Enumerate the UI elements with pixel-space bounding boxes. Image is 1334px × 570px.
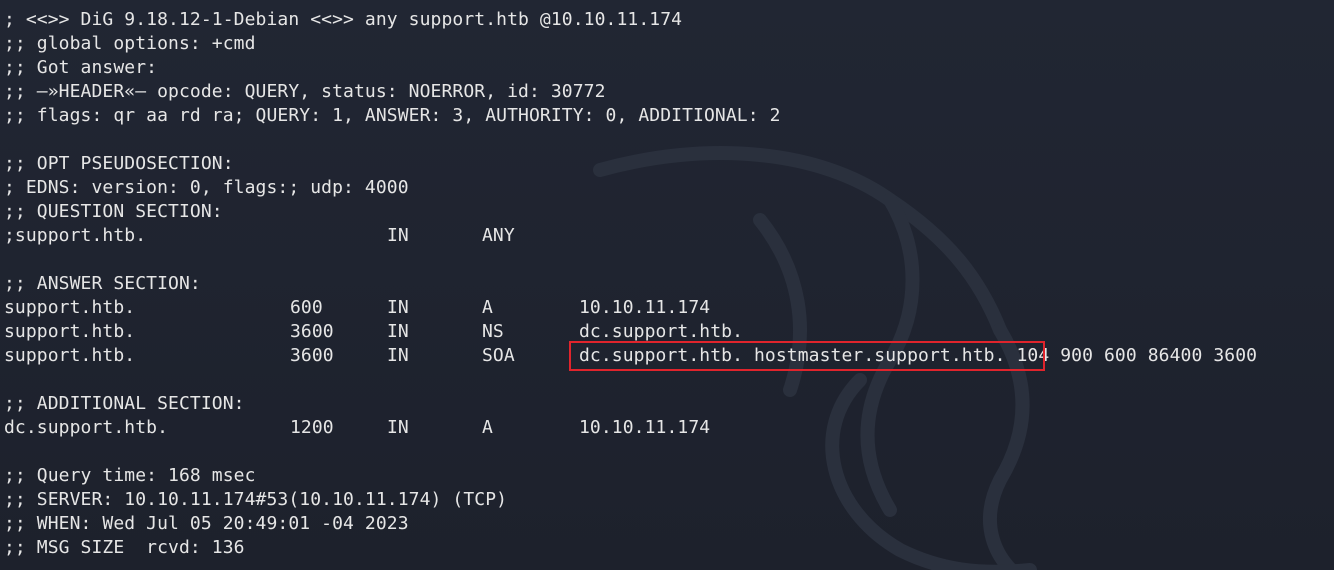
record-type: A — [482, 297, 493, 318]
answer-section-title: ;; ANSWER SECTION: — [4, 273, 201, 294]
record-data: 10.10.11.174 — [579, 417, 711, 438]
question-name: ;support.htb. — [4, 225, 147, 246]
record-type: NS — [482, 321, 504, 342]
terminal-window[interactable]: ; <<>> DiG 9.18.12-1-Debian <<>> any sup… — [0, 0, 1334, 570]
when-line: ;; WHEN: Wed Jul 05 20:49:01 -04 2023 — [4, 513, 409, 534]
question-class: IN — [387, 225, 409, 246]
dig-output: ; <<>> DiG 9.18.12-1-Debian <<>> any sup… — [4, 8, 1334, 560]
record-name: support.htb. — [4, 321, 136, 342]
header-line: ;; —»HEADER«— opcode: QUERY, status: NOE… — [4, 81, 606, 102]
record-ttl: 3600 — [290, 321, 334, 342]
dig-command-line: ; <<>> DiG 9.18.12-1-Debian <<>> any sup… — [4, 9, 683, 30]
record-name: support.htb. — [4, 297, 136, 318]
question-type: ANY — [482, 225, 515, 246]
query-time-line: ;; Query time: 168 msec — [4, 465, 256, 486]
opt-section-title: ;; OPT PSEUDOSECTION: — [4, 153, 234, 174]
question-section-title: ;; QUESTION SECTION: — [4, 201, 223, 222]
record-class: IN — [387, 417, 409, 438]
question-record: ;support.htb. IN ANY — [4, 224, 1334, 248]
record-type: A — [482, 417, 493, 438]
flags-line: ;; flags: qr aa rd ra; QUERY: 1, ANSWER:… — [4, 105, 781, 126]
record-type: SOA — [482, 345, 515, 366]
got-answer-line: ;; Got answer: — [4, 57, 158, 78]
additional-record-a: dc.support.htb. 1200 IN A 10.10.11.174 — [4, 416, 1334, 440]
record-name: support.htb. — [4, 345, 136, 366]
record-class: IN — [387, 297, 409, 318]
additional-section-title: ;; ADDITIONAL SECTION: — [4, 393, 245, 414]
record-data: 10.10.11.174 — [579, 297, 711, 318]
answer-record-a: support.htb. 600 IN A 10.10.11.174 — [4, 296, 1334, 320]
record-ttl: 600 — [290, 297, 323, 318]
global-options-line: ;; global options: +cmd — [4, 33, 256, 54]
msg-size-line: ;; MSG SIZE rcvd: 136 — [4, 537, 245, 558]
server-line: ;; SERVER: 10.10.11.174#53(10.10.11.174)… — [4, 489, 508, 510]
edns-line: ; EDNS: version: 0, flags:; udp: 4000 — [4, 177, 409, 198]
soa-highlight-box — [569, 341, 1045, 371]
record-ttl: 1200 — [290, 417, 334, 438]
record-class: IN — [387, 321, 409, 342]
record-class: IN — [387, 345, 409, 366]
record-ttl: 3600 — [290, 345, 334, 366]
record-name: dc.support.htb. — [4, 417, 169, 438]
